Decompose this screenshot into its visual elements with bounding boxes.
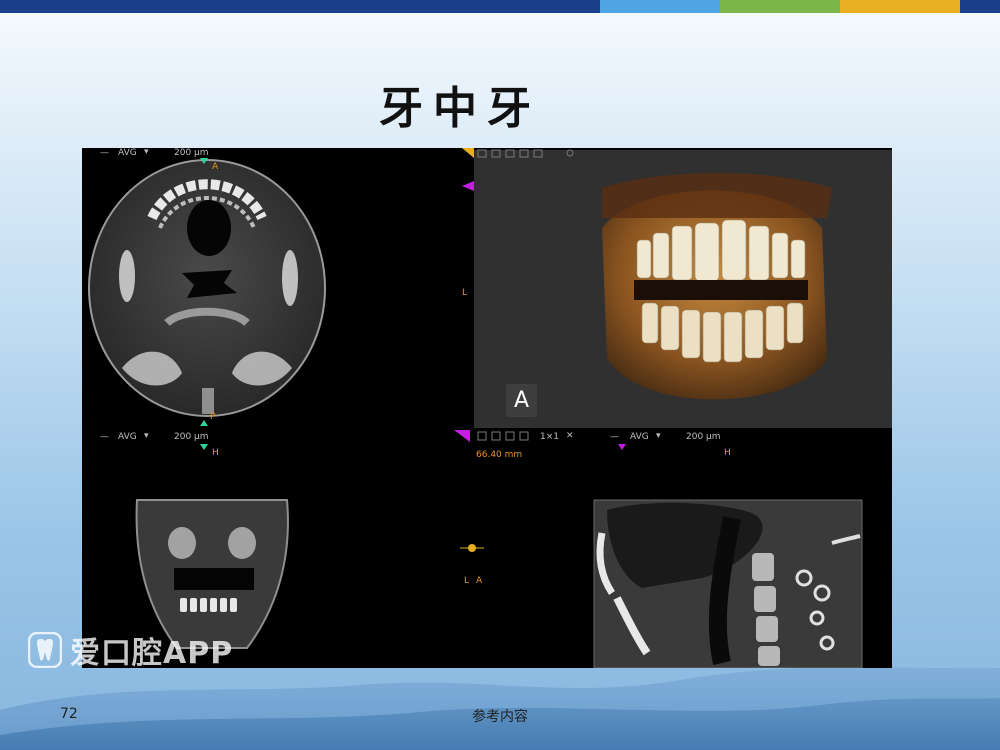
coronal-orient-top: H xyxy=(212,448,219,458)
coronal-dropdown-icon[interactable]: ▾ xyxy=(144,431,149,441)
watermark-text: 爱口腔APP xyxy=(70,636,234,671)
axial-thickness: 200 μm xyxy=(174,148,209,158)
coronal-view[interactable] xyxy=(135,444,289,649)
tooth-logo-icon xyxy=(28,632,62,668)
measurement-readout: 66.40 mm xyxy=(476,450,523,460)
footer-note: 参考内容 xyxy=(472,709,528,725)
sagittal-orient-top: H xyxy=(724,448,731,458)
sagittal-view[interactable] xyxy=(593,444,863,668)
axial-orient-bottom: P xyxy=(210,412,216,422)
center-orient-l: L xyxy=(464,576,470,586)
orientation-cube-button[interactable]: A xyxy=(506,384,538,417)
top-bar-segment-navy xyxy=(0,0,600,13)
cbct-viewer-image: — AVG ▾ 200 μm A P L A — AVG ▾ 200 μm H … xyxy=(82,148,892,668)
sagittal-menu-icon[interactable]: — xyxy=(610,432,619,442)
watermark: 爱口腔APP xyxy=(28,628,233,672)
axial-menu-icon[interactable]: — xyxy=(100,148,109,158)
render-orient-side: L xyxy=(462,288,468,298)
layout-selector[interactable]: 1×1 xyxy=(540,432,559,442)
axial-orient-top: A xyxy=(212,162,219,172)
coronal-avg-label[interactable]: AVG xyxy=(118,432,137,442)
axial-avg-label[interactable]: AVG xyxy=(118,148,137,158)
center-tools[interactable] xyxy=(454,430,529,552)
top-bar-segment-blue xyxy=(600,0,720,13)
layout-close-icon[interactable]: ✕ xyxy=(566,431,574,441)
top-color-bar xyxy=(0,0,1000,13)
slide-title: 牙中牙 xyxy=(379,83,541,134)
center-orient-a: A xyxy=(476,576,483,586)
top-bar-segment-navy-end xyxy=(960,0,1000,13)
top-bar-segment-yellow xyxy=(840,0,960,13)
axial-dropdown-icon[interactable]: ▾ xyxy=(144,148,149,157)
sagittal-avg-label[interactable]: AVG xyxy=(630,432,649,442)
coronal-menu-icon[interactable]: — xyxy=(100,432,109,442)
top-bar-segment-green xyxy=(720,0,840,13)
axial-view[interactable] xyxy=(88,158,326,426)
sagittal-dropdown-icon[interactable]: ▾ xyxy=(656,431,661,441)
cbct-viewer-graphic xyxy=(88,148,892,668)
coronal-thickness: 200 μm xyxy=(174,432,209,442)
sagittal-thickness: 200 μm xyxy=(686,432,721,442)
